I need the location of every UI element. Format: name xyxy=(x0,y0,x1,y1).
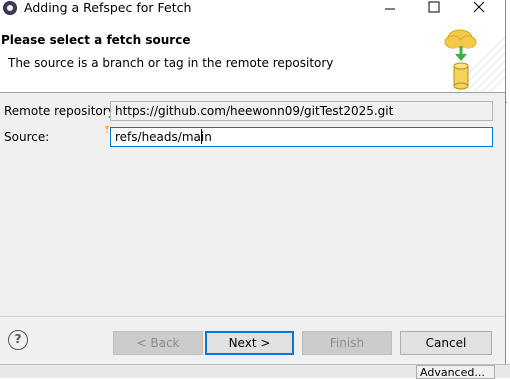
back-button[interactable]: < Back xyxy=(113,331,203,355)
help-button[interactable]: ? xyxy=(8,330,28,350)
button-bar-separator xyxy=(0,316,505,317)
close-button[interactable] xyxy=(459,0,499,16)
maximize-icon xyxy=(428,1,440,13)
page-title: Please select a fetch source xyxy=(1,33,191,47)
title-bar: Adding a Refspec for Fetch xyxy=(0,0,505,18)
cancel-button[interactable]: Cancel xyxy=(400,331,492,355)
wizard-header: Please select a fetch source The source … xyxy=(0,18,505,92)
maximize-button[interactable] xyxy=(414,0,454,16)
remote-repository-label: Remote repository: xyxy=(4,104,118,118)
minimize-icon xyxy=(385,8,395,10)
eclipse-icon xyxy=(3,1,17,15)
minimize-button[interactable] xyxy=(370,0,410,16)
fetch-refspec-dialog: Adding a Refspec for Fetch Please select… xyxy=(0,0,506,364)
finish-button[interactable]: Finish xyxy=(302,331,392,355)
page-description: The source is a branch or tag in the rem… xyxy=(8,56,334,70)
remote-repository-field[interactable]: https://github.com/heewonn09/gitTest2025… xyxy=(110,101,493,121)
cloud-download-database-icon xyxy=(444,29,505,92)
window-title: Adding a Refspec for Fetch xyxy=(24,0,192,15)
text-caret xyxy=(201,129,202,144)
source-label: Source: xyxy=(4,130,50,144)
next-button[interactable]: Next > xyxy=(205,331,294,355)
close-icon xyxy=(473,1,485,13)
help-icon: ? xyxy=(14,332,22,346)
source-input[interactable]: refs/heads/main xyxy=(110,127,493,147)
header-separator xyxy=(0,92,505,93)
